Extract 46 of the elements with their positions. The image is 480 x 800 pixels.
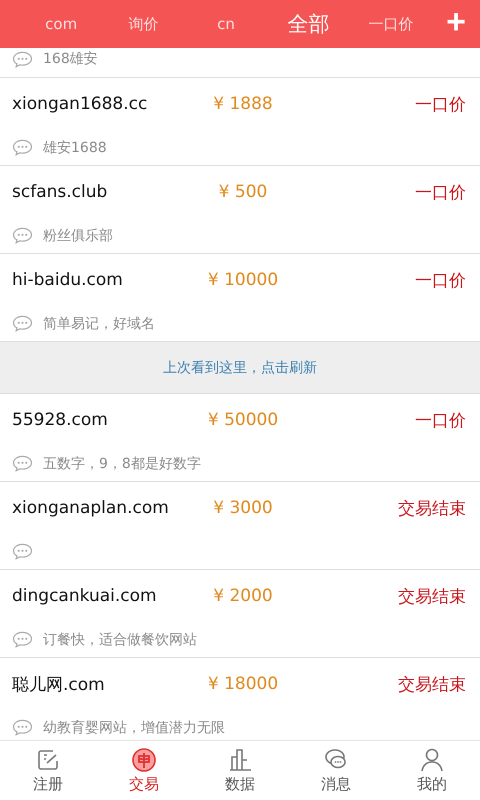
price: ¥ 500	[218, 182, 268, 202]
domain-name[interactable]: dingcankuai.com	[12, 586, 178, 606]
price: ¥ 50000	[208, 410, 278, 430]
bar-chart-icon	[227, 747, 253, 773]
price: ¥ 3000	[213, 498, 273, 518]
status-label: 一口价	[414, 270, 466, 292]
listing-note: 雄安1688	[43, 138, 107, 156]
comment-icon	[12, 719, 33, 736]
nav-tab[interactable]: 注册	[0, 741, 96, 800]
nav-tab[interactable]: 我的	[384, 741, 480, 800]
comment-icon	[12, 631, 33, 648]
status-label: 交易结束	[397, 674, 466, 696]
price: ¥ 10000	[208, 270, 278, 290]
domain-name[interactable]: xionganaplan.com	[12, 498, 178, 518]
refresh-banner[interactable]: 上次看到这里，点击刷新	[0, 342, 480, 394]
listing-note: 五数字，9，8都是好数字	[43, 454, 201, 472]
comment-icon	[12, 139, 33, 156]
edit-icon	[35, 747, 61, 773]
listing-note: 幼教育婴网站，增值潜力无限	[43, 718, 225, 736]
listing-note: 粉丝俱乐部	[43, 226, 113, 244]
coin-icon	[131, 747, 157, 773]
price: ¥ 2000	[213, 586, 273, 606]
comment-icon	[12, 315, 33, 332]
price: ¥ 1888	[213, 94, 273, 114]
price: ¥ 18000	[208, 674, 278, 694]
domain-name[interactable]: scfans.club	[12, 182, 178, 202]
listing-note: 简单易记，好域名	[43, 314, 155, 332]
comment-icon	[12, 455, 33, 472]
domain-name[interactable]: 55928.com	[12, 410, 178, 430]
comment-icon	[12, 543, 33, 560]
nav-tab[interactable]: 数据	[192, 741, 288, 800]
domain-name[interactable]: 聪儿网.com	[12, 672, 178, 696]
listing-note: 订餐快，适合做餐饮网站	[43, 630, 197, 648]
status-label: 交易结束	[397, 586, 466, 608]
nav-tab[interactable]: 交易	[96, 741, 192, 800]
status-label: 一口价	[414, 182, 466, 204]
status-label: 一口价	[414, 94, 466, 116]
domain-name[interactable]: xiongan1688.cc	[12, 94, 178, 114]
domain-name[interactable]: hi-baidu.com	[12, 270, 178, 290]
nav-tab[interactable]: 消息	[288, 741, 384, 800]
status-label: 交易结束	[397, 498, 466, 520]
status-label: 一口价	[414, 410, 466, 432]
comment-icon	[12, 227, 33, 244]
listing-note: 168雄安	[43, 50, 98, 68]
person-icon	[419, 747, 445, 773]
comment-icon	[12, 50, 33, 68]
